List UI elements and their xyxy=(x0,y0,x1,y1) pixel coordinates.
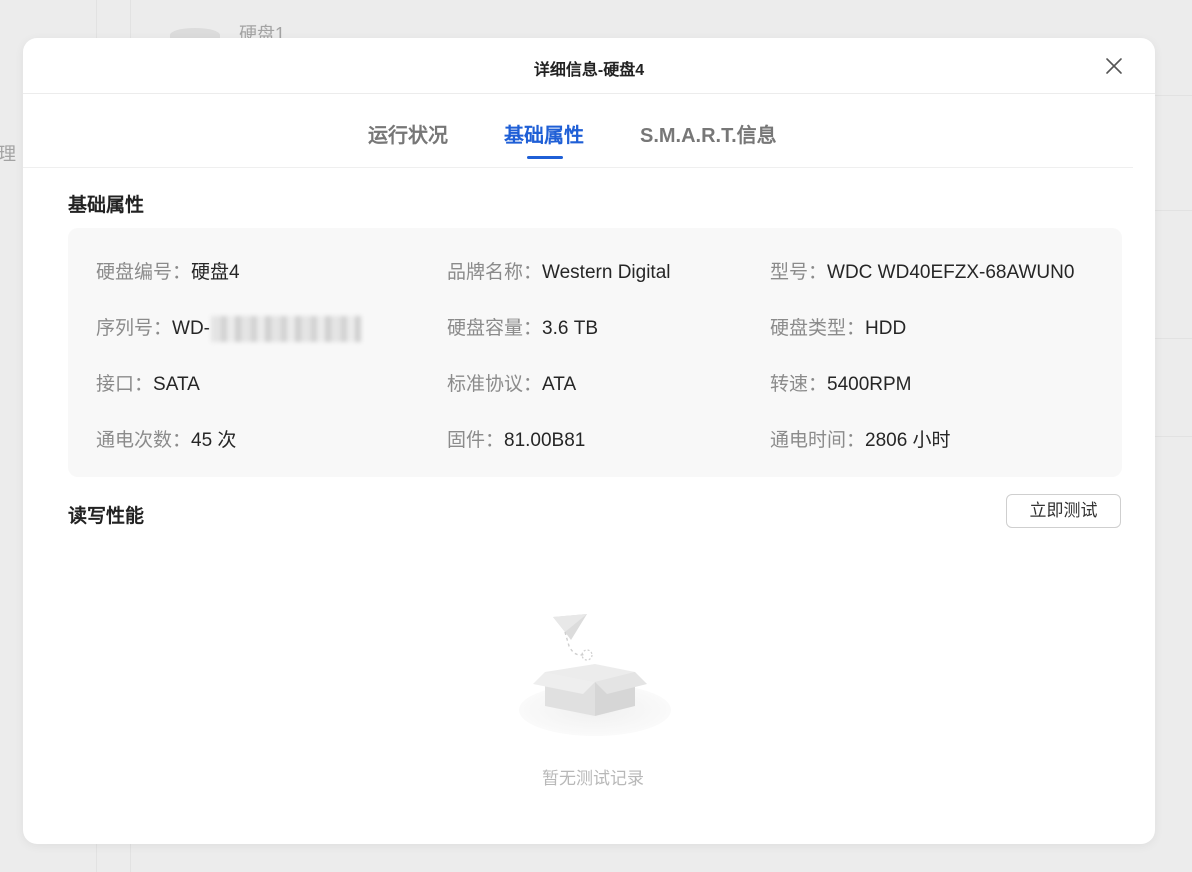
prop-value: 2806 小时 xyxy=(865,430,951,451)
tab-smart-info[interactable]: S.M.A.R.T.信息 xyxy=(640,119,777,148)
prop-label: 通电时间： xyxy=(770,430,866,451)
prop-label: 品牌名称： xyxy=(447,262,543,283)
active-tab-indicator xyxy=(527,156,563,159)
prop-label: 硬盘编号： xyxy=(96,262,192,283)
tab-bar: 运行状况 基础属性 S.M.A.R.T.信息 xyxy=(23,94,1133,168)
prop-value: ATA xyxy=(542,374,577,395)
prop-value: 3.6 TB xyxy=(542,318,598,339)
dialog-header: 详细信息-硬盘4 xyxy=(23,38,1155,94)
prop-label: 硬盘类型： xyxy=(770,318,866,339)
backdrop-sidebar-label: 理 xyxy=(0,144,16,164)
prop-value: SATA xyxy=(153,374,200,395)
prop-value: 硬盘4 xyxy=(191,262,240,283)
prop-label: 型号： xyxy=(770,262,828,283)
basic-properties-panel: 硬盘编号：硬盘4 品牌名称：Western Digital 型号：WDC WD4… xyxy=(68,228,1122,477)
dialog-title: 详细信息-硬盘4 xyxy=(533,62,645,79)
close-button[interactable] xyxy=(1103,55,1125,77)
backdrop-divider xyxy=(1155,338,1192,339)
prop-firmware: 固件：81.00B81 xyxy=(447,425,585,452)
prop-value: 5400RPM xyxy=(827,374,912,395)
prop-label: 序列号： xyxy=(96,318,173,339)
prop-label: 转速： xyxy=(770,374,828,395)
prop-protocol: 标准协议：ATA xyxy=(447,369,576,396)
prop-value: 45 次 xyxy=(191,430,237,451)
backdrop-divider xyxy=(1155,210,1192,211)
empty-box-paper-plane-icon xyxy=(515,612,675,742)
prop-value: 81.00B81 xyxy=(504,430,586,451)
prop-label: 硬盘容量： xyxy=(447,318,543,339)
empty-state-text: 暂无测试记录 xyxy=(542,769,644,788)
redacted-serial-block xyxy=(211,315,361,342)
prop-serial-number: 序列号：WD- xyxy=(96,313,361,342)
prop-power-on-hours: 通电时间：2806 小时 xyxy=(770,425,951,452)
prop-disk-type: 硬盘类型：HDD xyxy=(770,313,906,340)
prop-value: Western Digital xyxy=(542,262,671,283)
prop-value: WDC WD40EFZX-68AWUN0 xyxy=(827,262,1075,283)
close-icon xyxy=(1106,58,1122,74)
prop-value: HDD xyxy=(865,318,907,339)
tab-run-status[interactable]: 运行状况 xyxy=(368,119,448,148)
prop-label: 通电次数： xyxy=(96,430,192,451)
prop-capacity: 硬盘容量：3.6 TB xyxy=(447,313,598,340)
backdrop-divider xyxy=(1155,436,1192,437)
rw-performance-title: 读写性能 xyxy=(68,506,145,527)
prop-label: 标准协议： xyxy=(447,374,543,395)
prop-label: 固件： xyxy=(447,430,505,451)
prop-interface: 接口：SATA xyxy=(96,369,200,396)
prop-rotation-speed: 转速：5400RPM xyxy=(770,369,912,396)
prop-power-cycles: 通电次数：45 次 xyxy=(96,425,236,452)
backdrop-divider xyxy=(1155,95,1192,96)
prop-model: 型号：WDC WD40EFZX-68AWUN0 xyxy=(770,257,1074,284)
tab-basic-properties[interactable]: 基础属性 xyxy=(504,119,584,148)
basic-properties-title: 基础属性 xyxy=(68,195,145,216)
prop-brand: 品牌名称：Western Digital xyxy=(447,257,671,284)
prop-disk-number: 硬盘编号：硬盘4 xyxy=(96,257,240,284)
test-now-button[interactable]: 立即测试 xyxy=(1006,494,1121,528)
prop-value: WD- xyxy=(172,318,210,339)
disk-detail-dialog: 详细信息-硬盘4 运行状况 基础属性 S.M.A.R.T.信息 基础属性 硬盘编… xyxy=(23,38,1155,844)
prop-label: 接口： xyxy=(96,374,154,395)
